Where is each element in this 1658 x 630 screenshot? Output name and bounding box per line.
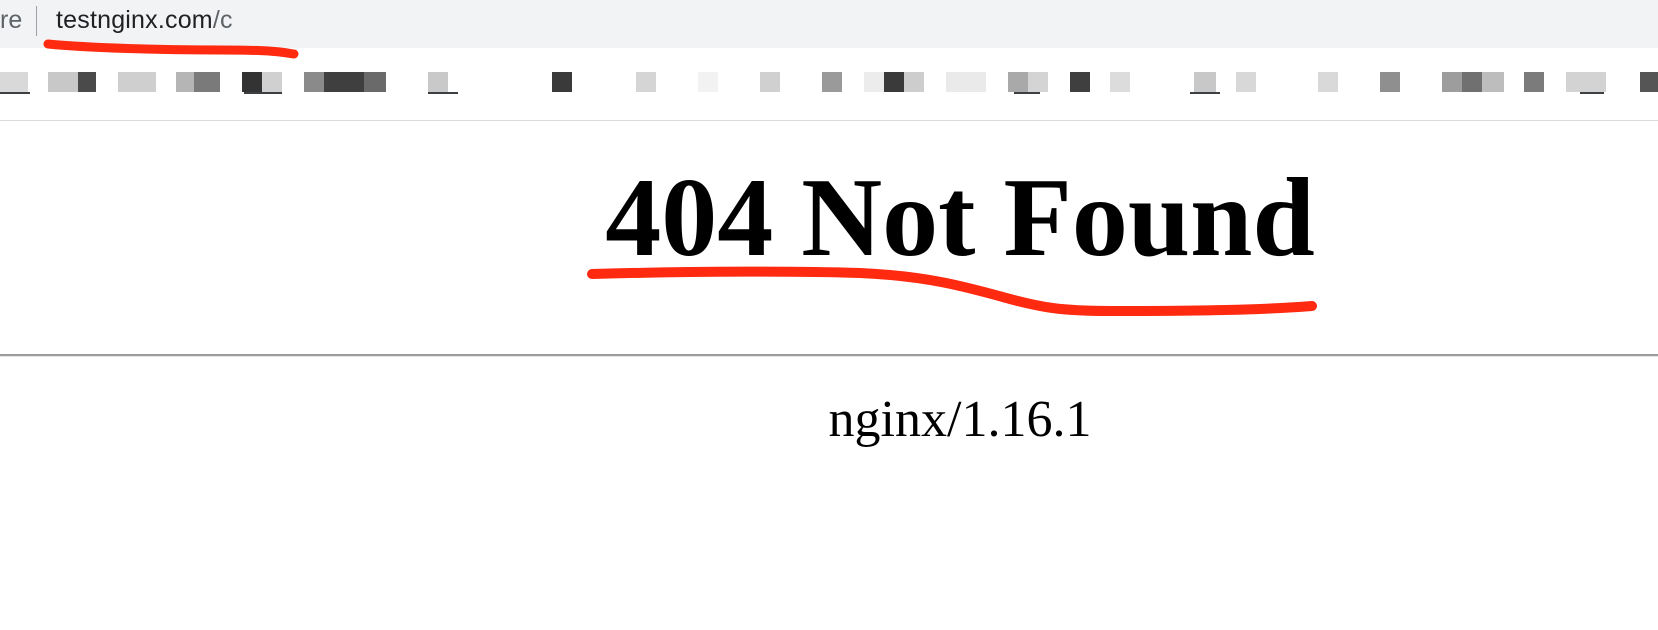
bookmark-icon <box>864 72 884 92</box>
horizontal-rule <box>0 354 1658 357</box>
site-info-label[interactable]: re <box>0 6 22 35</box>
bookmark-icon <box>698 72 718 92</box>
bookmark-icon <box>304 72 324 92</box>
bookmark-item[interactable] <box>244 92 282 94</box>
bookmark-icon <box>552 72 572 92</box>
bookmark-item[interactable] <box>1190 92 1220 94</box>
bookmark-item[interactable] <box>1014 92 1040 94</box>
bookmark-icon <box>0 72 28 92</box>
bookmark-icon <box>1028 72 1048 92</box>
bookmark-icon <box>118 72 156 92</box>
bookmark-icon <box>324 72 364 92</box>
omnibox-divider <box>36 6 37 36</box>
bookmark-icon <box>1482 72 1504 92</box>
bookmark-icon <box>1110 72 1130 92</box>
address-bar[interactable]: testnginx.com/c <box>56 6 233 35</box>
server-signature: nginx/1.16.1 <box>828 391 1092 448</box>
bookmark-icon <box>1442 72 1462 92</box>
bookmark-icon <box>1008 72 1028 92</box>
bookmark-icon <box>946 72 986 92</box>
bookmark-icon <box>428 72 448 92</box>
bookmark-item[interactable] <box>0 92 30 94</box>
bookmark-icon <box>262 72 282 92</box>
bookmark-icon <box>760 72 780 92</box>
bookmark-item[interactable] <box>1580 92 1604 94</box>
page-title: 404 Not Found <box>605 156 1315 280</box>
bookmark-icon <box>1318 72 1338 92</box>
bookmark-icon <box>1070 72 1090 92</box>
bookmark-icon <box>364 72 386 92</box>
bookmark-item[interactable] <box>428 92 458 94</box>
bookmark-icon <box>884 72 904 92</box>
bookmark-icon <box>1236 72 1256 92</box>
bookmark-icon <box>78 72 96 92</box>
bookmark-icon <box>822 72 842 92</box>
bookmark-icon <box>48 72 78 92</box>
bookmarks-bar-pixelated <box>0 48 1658 121</box>
browser-toolbar: re testnginx.com/c <box>0 0 1658 48</box>
bookmark-icon <box>242 72 262 92</box>
url-host: testnginx.com <box>56 6 213 34</box>
bookmark-icon <box>1640 72 1658 92</box>
bookmark-icon <box>1566 72 1606 92</box>
bookmark-icon <box>904 72 924 92</box>
bookmark-icon <box>1380 72 1400 92</box>
bookmark-icon <box>1194 72 1216 92</box>
bookmark-icon <box>176 72 194 92</box>
bookmark-icon <box>194 72 220 92</box>
bookmark-icon <box>636 72 656 92</box>
bookmark-icon <box>1462 72 1482 92</box>
url-path: /c <box>212 6 233 34</box>
bookmark-icon <box>1524 72 1544 92</box>
